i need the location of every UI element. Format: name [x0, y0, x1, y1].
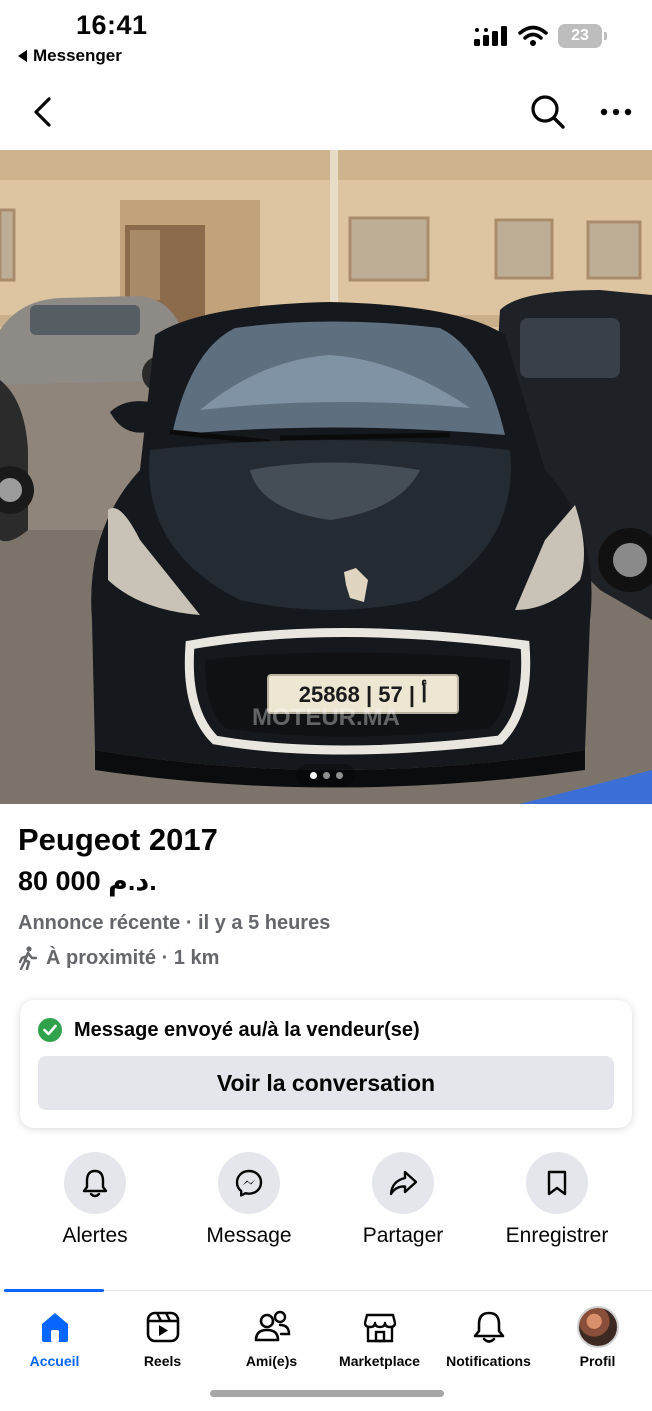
tab-reels[interactable]: Reels — [108, 1305, 217, 1369]
carousel-dot — [322, 771, 330, 779]
tab-home-label: Accueil — [29, 1353, 80, 1369]
save-label: Enregistrer — [505, 1224, 609, 1247]
wifi-icon — [518, 25, 548, 46]
reels-icon — [145, 1305, 181, 1349]
top-nav — [0, 80, 652, 150]
walking-icon — [18, 946, 38, 970]
back-app-label: Messenger — [33, 46, 122, 65]
share-icon — [389, 1170, 418, 1196]
battery-icon: 23 — [558, 24, 607, 48]
listing-photo[interactable]: 25868 | أ | 57 MOTEUR.MA — [0, 150, 652, 804]
alerts-action-circle[interactable] — [64, 1152, 126, 1214]
bell-icon — [82, 1169, 108, 1198]
back-triangle-icon — [18, 50, 27, 62]
check-circle-icon — [38, 1018, 62, 1042]
alerts-action[interactable]: Alertes — [25, 1152, 165, 1248]
message-status: Message envoyé au/à la vendeur(se) — [38, 1018, 420, 1042]
carousel-dot-active — [309, 771, 317, 779]
car-photo-illustration: 25868 | أ | 57 MOTEUR.MA — [0, 150, 652, 804]
message-label: Message — [206, 1224, 292, 1247]
more-button[interactable] — [596, 92, 636, 132]
search-icon — [531, 95, 565, 129]
carousel-indicator[interactable] — [296, 764, 356, 786]
home-icon — [37, 1305, 73, 1349]
avatar — [576, 1306, 619, 1348]
message-sent-card: Message envoyé au/à la vendeur(se) Voir … — [20, 1000, 632, 1128]
tab-marketplace[interactable]: Marketplace — [325, 1305, 434, 1369]
signal-icon — [474, 26, 507, 46]
status-time: 16:41 — [76, 10, 148, 40]
tab-friends[interactable]: Ami(e)s — [217, 1305, 326, 1369]
listing-meta: Annonce récente · il y a 5 heures — [18, 912, 331, 934]
share-action-circle[interactable] — [372, 1152, 434, 1214]
home-indicator — [210, 1390, 444, 1397]
listing-price: 80 000 د.م. — [18, 866, 157, 896]
tab-marketplace-label: Marketplace — [339, 1353, 420, 1369]
status-icons: 23 — [474, 24, 607, 48]
message-action[interactable]: Message — [179, 1152, 319, 1248]
more-icon — [600, 108, 632, 116]
view-conversation-button[interactable]: Voir la conversation — [38, 1056, 614, 1110]
alerts-label: Alertes — [62, 1224, 128, 1247]
share-action[interactable]: Partager — [333, 1152, 473, 1248]
license-plate-text: 25868 | أ | 57 — [299, 679, 428, 707]
avatar-wrapper — [576, 1305, 619, 1349]
back-button[interactable] — [22, 92, 62, 132]
bell-icon — [472, 1305, 506, 1349]
search-button[interactable] — [528, 92, 568, 132]
bookmark-icon — [547, 1170, 567, 1196]
save-action[interactable]: Enregistrer — [487, 1152, 627, 1248]
listing-title: Peugeot 2017 — [18, 822, 218, 857]
message-action-circle[interactable] — [218, 1152, 280, 1214]
tab-profile-label: Profil — [579, 1353, 616, 1369]
back-chevron-icon — [34, 97, 51, 127]
tab-home[interactable]: Accueil — [0, 1305, 109, 1369]
listing-proximity: À proximité · 1 km — [18, 946, 219, 970]
watermark-text: MOTEUR.MA — [252, 704, 400, 731]
save-action-circle[interactable] — [526, 1152, 588, 1214]
messenger-icon — [235, 1169, 263, 1197]
active-tab-indicator — [4, 1289, 104, 1292]
tab-reels-label: Reels — [143, 1353, 182, 1369]
tab-friends-label: Ami(e)s — [245, 1353, 298, 1369]
carousel-dot — [335, 771, 343, 779]
status-bar: 16:41 Messenger 23 — [0, 0, 652, 80]
marketplace-icon — [362, 1305, 398, 1349]
proximity-label: À proximité · 1 km — [46, 946, 220, 969]
share-label: Partager — [362, 1224, 444, 1247]
message-status-text: Message envoyé au/à la vendeur(se) — [74, 1018, 420, 1041]
friends-icon — [253, 1305, 291, 1349]
action-row: Alertes Message Partager Enregistrer — [0, 1152, 652, 1262]
back-to-messenger-link[interactable]: Messenger — [18, 46, 122, 66]
tab-notifications[interactable]: Notifications — [434, 1305, 543, 1369]
battery-level: 23 — [571, 27, 589, 44]
tab-profile[interactable]: Profil — [543, 1305, 652, 1369]
tab-notifications-label: Notifications — [446, 1353, 531, 1369]
